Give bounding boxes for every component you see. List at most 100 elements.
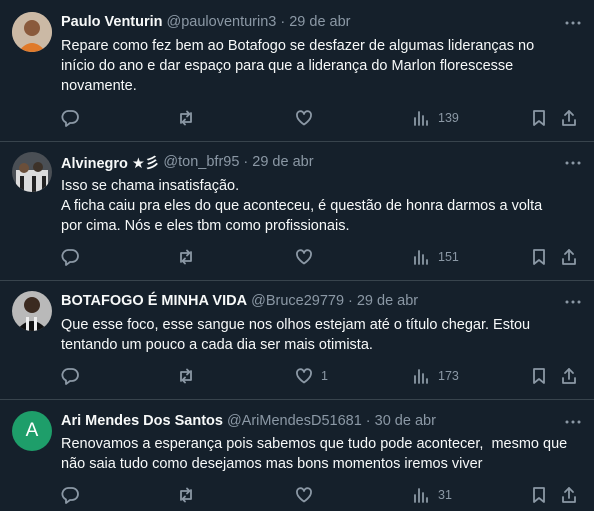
- share-icon: [562, 249, 576, 265]
- tweet-text-line: tentando um pouco a cada dia ser mais ot…: [61, 337, 373, 353]
- action-bar: 31: [0, 485, 594, 505]
- tweet-text-line: Repare como fez bem ao Botafogo se desfa…: [61, 38, 535, 54]
- tweet-text-line: A ficha caiu pra eles do que aconteceu, …: [61, 198, 543, 214]
- retweet-icon: [180, 110, 192, 126]
- like-button[interactable]: [295, 485, 321, 505]
- views-chart-icon: [414, 369, 428, 384]
- separator-dot: ·: [348, 293, 353, 309]
- tweet-1[interactable]: Paulo Venturin @pauloventurin3 · 29 de a…: [0, 0, 594, 142]
- retweet-button[interactable]: [177, 485, 203, 505]
- reply-button[interactable]: [61, 485, 87, 505]
- person-photo-avatar-icon: [12, 12, 52, 52]
- bookmark-button[interactable]: [530, 485, 548, 505]
- views-chart-icon: [414, 250, 428, 265]
- player-photo-avatar-icon: [12, 291, 52, 331]
- bookmark-button[interactable]: [530, 108, 548, 128]
- retweet-button[interactable]: [177, 366, 203, 386]
- tweet-header: Alvinegro ★彡 @ton_bfr95 · 29 de abr: [61, 152, 554, 172]
- views-button[interactable]: 31: [412, 485, 452, 505]
- share-icon: [562, 487, 576, 503]
- tweet-text: Renovamos a esperança pois sabemos que t…: [61, 434, 576, 474]
- like-button[interactable]: [295, 108, 321, 128]
- tweet-date[interactable]: 30 de abr: [375, 413, 436, 429]
- reply-icon: [61, 110, 79, 127]
- reply-button[interactable]: [61, 247, 87, 267]
- heart-icon: [296, 487, 312, 503]
- views-count: 139: [438, 111, 459, 125]
- action-bar: 1 173: [0, 366, 594, 386]
- user-handle[interactable]: @ton_bfr95: [163, 154, 239, 170]
- views-count: 31: [438, 488, 452, 502]
- share-icon: [562, 368, 576, 384]
- user-handle[interactable]: @Bruce29779: [251, 293, 344, 309]
- display-name[interactable]: Alvinegro ★彡: [61, 152, 159, 173]
- tweet-header: BOTAFOGO É MINHA VIDA @Bruce29779 · 29 d…: [61, 291, 554, 311]
- reply-icon: [61, 487, 79, 504]
- display-name[interactable]: BOTAFOGO É MINHA VIDA: [61, 293, 247, 309]
- views-button[interactable]: 139: [412, 108, 459, 128]
- retweet-icon: [180, 249, 192, 265]
- retweet-icon: [180, 487, 192, 503]
- bookmark-button[interactable]: [530, 247, 548, 267]
- bookmark-icon: [533, 110, 545, 126]
- tweet-text-line: Renovamos a esperança pois sabemos que t…: [61, 436, 568, 452]
- tweet-text-line: Isso se chama insatisfação.: [61, 178, 240, 194]
- heart-icon: [296, 110, 312, 126]
- more-options-icon[interactable]: [564, 14, 582, 32]
- user-handle[interactable]: @pauloventurin3: [167, 14, 277, 30]
- action-bar: 139: [0, 108, 594, 128]
- tweet-header: Paulo Venturin @pauloventurin3 · 29 de a…: [61, 12, 554, 32]
- bookmark-icon: [533, 249, 545, 265]
- views-button[interactable]: 173: [412, 366, 459, 386]
- views-chart-icon: [414, 111, 428, 126]
- reply-button[interactable]: [61, 108, 87, 128]
- bookmark-button[interactable]: [530, 366, 548, 386]
- retweet-button[interactable]: [177, 108, 203, 128]
- tweet-text: Que esse foco, esse sangue nos olhos est…: [61, 315, 576, 355]
- more-options-icon[interactable]: [564, 154, 582, 172]
- views-count: 151: [438, 250, 459, 264]
- tweet-text-line: Que esse foco, esse sangue nos olhos est…: [61, 317, 531, 333]
- share-button[interactable]: [560, 485, 578, 505]
- bookmark-icon: [533, 368, 545, 384]
- tweet-text-line: início do ano e dar espaço para que a li…: [61, 58, 514, 74]
- retweet-icon: [180, 368, 192, 384]
- tweet-2[interactable]: Alvinegro ★彡 @ton_bfr95 · 29 de abr Isso…: [0, 142, 594, 281]
- separator-dot: ·: [243, 154, 249, 170]
- avatar-letter: A: [25, 420, 39, 441]
- more-options-icon[interactable]: [564, 293, 582, 311]
- separator-dot: ·: [280, 14, 286, 30]
- more-options-icon[interactable]: [564, 413, 582, 431]
- tweet-date[interactable]: 29 de abr: [357, 293, 418, 309]
- tweet-date[interactable]: 29 de abr: [289, 14, 350, 30]
- tweet-text-line: por cima. Nós e eles tbm como profission…: [61, 218, 350, 234]
- tweet-date[interactable]: 29 de abr: [252, 154, 313, 170]
- share-button[interactable]: [560, 247, 578, 267]
- heart-icon: [296, 368, 312, 384]
- avatar[interactable]: [12, 12, 52, 52]
- action-bar: 151: [0, 247, 594, 267]
- like-button[interactable]: [295, 247, 321, 267]
- avatar[interactable]: A: [12, 411, 52, 451]
- like-button[interactable]: 1: [295, 366, 328, 386]
- reply-button[interactable]: [61, 366, 87, 386]
- share-icon: [562, 110, 576, 126]
- avatar[interactable]: [12, 152, 52, 192]
- user-handle[interactable]: @AriMendesD51681: [227, 413, 362, 429]
- separator-dot: ·: [365, 413, 371, 429]
- team-photo-avatar-icon: [12, 152, 52, 192]
- avatar[interactable]: [12, 291, 52, 331]
- tweet-4[interactable]: A Ari Mendes Dos Santos @AriMendesD51681…: [0, 400, 594, 511]
- display-name[interactable]: Paulo Venturin: [61, 14, 163, 30]
- display-name[interactable]: Ari Mendes Dos Santos: [61, 413, 223, 429]
- share-button[interactable]: [560, 366, 578, 386]
- views-button[interactable]: 151: [412, 247, 459, 267]
- retweet-button[interactable]: [177, 247, 203, 267]
- tweet-text-line: não saia tudo como desejamos mas bons mo…: [61, 456, 483, 472]
- tweet-text: Repare como fez bem ao Botafogo se desfa…: [61, 36, 576, 96]
- tweet-text-line: novamente.: [61, 78, 137, 94]
- share-button[interactable]: [560, 108, 578, 128]
- tweet-3[interactable]: BOTAFOGO É MINHA VIDA @Bruce29779 · 29 d…: [0, 281, 594, 400]
- views-chart-icon: [414, 488, 428, 503]
- reply-icon: [61, 368, 79, 385]
